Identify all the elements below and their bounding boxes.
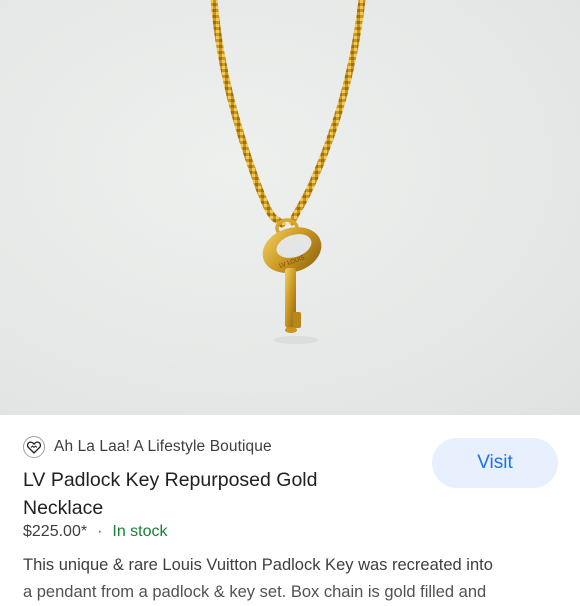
description-line-2: a pendant from a padlock & key set. Box … — [23, 583, 487, 601]
heart-logo-icon — [23, 436, 45, 458]
description-line-1: This unique & rare Louis Vuitton Padlock… — [23, 556, 493, 574]
product-price: $225.00* — [23, 523, 88, 540]
chain-left-strand — [210, 0, 286, 228]
key-bit — [293, 312, 301, 328]
visit-button[interactable]: Visit — [432, 438, 558, 488]
product-description: This unique & rare Louis Vuitton Padlock… — [23, 552, 563, 606]
merchant-info[interactable]: Ah La Laa! A Lifestyle Boutique — [23, 436, 272, 458]
merchant-name: Ah La Laa! A Lifestyle Boutique — [54, 438, 272, 455]
separator-dot: · — [97, 523, 103, 540]
product-image[interactable]: LV LOUIS — [0, 0, 580, 415]
necklace-illustration: LV LOUIS — [210, 0, 366, 344]
chain-right-strand — [288, 0, 366, 226]
price-row: $225.00* · In stock — [23, 523, 168, 541]
stock-status: In stock — [112, 523, 168, 540]
product-card: Ah La Laa! A Lifestyle Boutique LV Padlo… — [0, 415, 580, 601]
product-title[interactable]: LV Padlock Key Repurposed Gold Necklace — [23, 466, 403, 522]
